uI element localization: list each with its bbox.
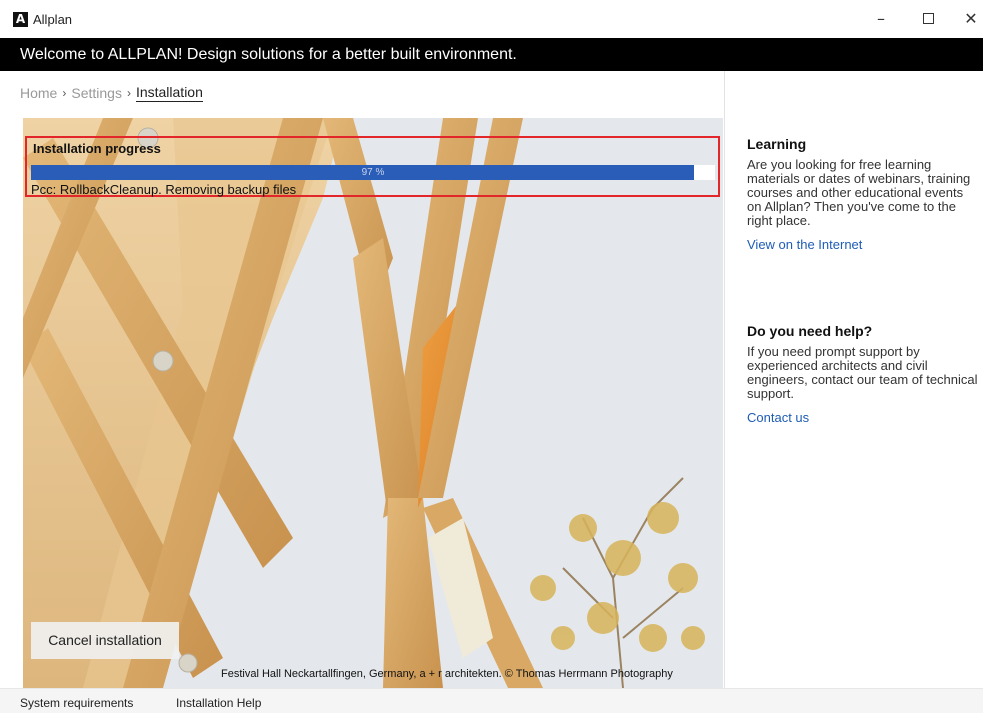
progress-title: Installation progress [33,141,161,156]
help-body: If you need prompt support by experience… [747,344,978,401]
learning-body: Are you looking for free learning materi… [747,157,971,228]
progress-status: Pcc: RollbackCleanup. Removing backup fi… [31,182,297,197]
progress-bar: 97 % [31,165,715,180]
footer-bar: System requirements Installation Help [0,688,983,713]
breadcrumb-settings[interactable]: Settings [71,85,122,101]
breadcrumb-home[interactable]: Home [20,85,57,101]
window-title: Allplan [33,12,73,27]
title-bar: A Allplan – ✕ [0,0,983,38]
hero-image [23,118,723,688]
progress-percent: 97 % [361,167,385,178]
photo-caption: Festival Hall Neckartallfingen, Germany,… [221,668,673,680]
close-button[interactable]: ✕ [952,6,983,32]
view-on-internet-link[interactable]: View on the Internet [747,237,979,252]
installation-help-link[interactable]: Installation Help [176,696,261,710]
timber-lattice-illustration [23,118,723,688]
help-title: Do you need help? [747,323,873,339]
system-requirements-link[interactable]: System requirements [20,696,133,710]
installation-progress-panel: Installation progress 97 % Pcc: Rollback… [25,136,720,197]
help-section: Do you need help? If you need prompt sup… [747,323,979,425]
breadcrumb-separator: › [126,86,131,100]
allplan-logo-icon: A [13,12,28,27]
minimize-button[interactable]: – [862,6,900,32]
learning-section: Learning Are you looking for free learni… [747,136,979,252]
learning-title: Learning [747,136,807,152]
breadcrumb-separator: › [62,86,67,100]
breadcrumb: Home › Settings › Installation [20,84,203,102]
panel-divider [724,71,725,688]
contact-us-link[interactable]: Contact us [747,410,979,425]
breadcrumb-installation: Installation [135,84,203,102]
welcome-banner: Welcome to ALLPLAN! Design solutions for… [0,38,983,71]
maximize-button[interactable] [909,6,947,32]
cancel-installation-button[interactable]: Cancel installation [31,622,179,659]
maximize-icon [922,13,934,24]
